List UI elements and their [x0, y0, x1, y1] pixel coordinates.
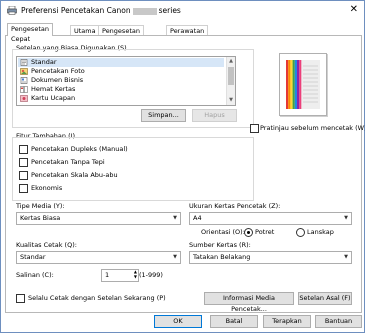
scroll-thumb[interactable] [228, 67, 234, 85]
media-type-select[interactable]: Kertas Biasa ▼ [16, 212, 181, 225]
scroll-down-icon[interactable]: ▼ [228, 97, 234, 103]
dialog-window: Preferensi Pencetakan Canon series ✕ Peng… [0, 0, 365, 333]
print-quality-label: Kualitas Cetak (Q): [16, 241, 77, 249]
redacted-model [132, 7, 157, 15]
chevron-down-icon: ▼ [344, 215, 348, 221]
paper-source-value: Tatakan Belakang [193, 253, 251, 261]
window-title-suffix: series [158, 6, 181, 15]
list-item[interactable]: Standar [18, 58, 224, 67]
preview-before-print-label: Pratinjau sebelum mencetak (W) [260, 124, 365, 132]
tab-panel: Setelan yang Biasa Digunakan (S) Standar… [5, 35, 365, 313]
ok-button[interactable]: OK [154, 315, 202, 328]
chevron-down-icon: ▼ [173, 215, 177, 221]
paper-size-label: Ukuran Kertas Pencetak (Z): [189, 202, 281, 210]
print-quality-value: Standar [20, 253, 46, 261]
list-item-label: Kartu Ucapan [31, 94, 76, 102]
grayscale-checkbox[interactable] [19, 171, 28, 180]
copies-value: 1 [105, 271, 110, 279]
help-button[interactable]: Bantuan [315, 315, 362, 328]
paper-source-label: Sumber Kertas (R): [189, 241, 251, 249]
common-settings-list[interactable]: Standar Pencetakan Foto Dokumen Bisnis H… [16, 56, 236, 106]
paper-source-select[interactable]: Tatakan Belakang ▼ [189, 251, 352, 264]
defaults-button[interactable]: Setelan Asal (F) [298, 292, 352, 305]
delete-button[interactable]: Hapus [192, 109, 237, 122]
portrait-label: Potret [255, 228, 275, 236]
list-scrollbar[interactable]: ▲ ▼ [226, 57, 235, 105]
preview-before-print-checkbox[interactable] [250, 124, 259, 133]
photo-icon [20, 68, 28, 75]
paper-size-value: A4 [193, 214, 202, 222]
chevron-down-icon: ▼ [173, 254, 177, 260]
save-button[interactable]: Simpan... [141, 109, 186, 122]
list-item[interactable]: Dokumen Bisnis [18, 76, 224, 85]
standard-doc-icon [20, 59, 28, 66]
close-icon[interactable]: ✕ [350, 4, 358, 15]
list-item-label: Dokumen Bisnis [31, 76, 84, 84]
greeting-card-icon [20, 95, 28, 102]
copies-label: Salinan (C): [16, 271, 54, 279]
economy-checkbox[interactable] [19, 184, 28, 193]
chevron-down-icon: ▼ [344, 254, 348, 260]
always-print-checkbox[interactable] [16, 294, 25, 303]
list-item-label: Pencetakan Foto [31, 67, 85, 75]
paper-size-select[interactable]: A4 ▼ [189, 212, 352, 225]
print-preview-page [279, 53, 327, 116]
portrait-radio[interactable] [244, 228, 253, 237]
media-info-button[interactable]: Informasi Media Pencetak... [204, 292, 294, 313]
list-item-label: Standar [31, 58, 57, 66]
landscape-radio[interactable] [296, 228, 305, 237]
list-item[interactable]: Kartu Ucapan [18, 94, 224, 103]
preview-image [286, 60, 320, 109]
printer-icon [7, 6, 17, 15]
landscape-label: Lanskap [307, 228, 334, 236]
list-item[interactable]: Pencetakan Foto [18, 67, 224, 76]
media-type-value: Kertas Biasa [20, 214, 61, 222]
print-quality-select[interactable]: Standar ▼ [16, 251, 181, 264]
orientation-label: Orientasi (O): [201, 228, 245, 236]
duplex-label: Pencetakan Dupleks (Manual) [31, 145, 128, 153]
tab-quick-setup[interactable]: Pengesetan Cepat [7, 23, 53, 43]
duplex-checkbox[interactable] [19, 145, 28, 154]
apply-button[interactable]: Terapkan [263, 315, 311, 328]
window-title: Preferensi Pencetakan Canon series [21, 6, 181, 15]
title-bar: Preferensi Pencetakan Canon series ✕ [1, 1, 364, 21]
stepper-arrows-icon[interactable]: ▲ ▼ [134, 269, 137, 279]
list-item[interactable]: Hemat Kertas [18, 85, 224, 94]
business-doc-icon [20, 77, 28, 84]
paper-saving-icon [20, 86, 28, 93]
cancel-button[interactable]: Batal [210, 315, 258, 328]
scroll-up-icon[interactable]: ▲ [228, 58, 234, 64]
media-type-label: Tipe Media (Y): [16, 202, 65, 210]
copies-stepper[interactable]: 1 ▲ ▼ [101, 269, 139, 282]
borderless-checkbox[interactable] [19, 158, 28, 167]
grayscale-label: Pencetakan Skala Abu-abu [31, 171, 118, 179]
borderless-label: Pencetakan Tanpa Tepi [31, 158, 105, 166]
copies-range: (1-999) [139, 271, 163, 279]
window-title-prefix: Preferensi Pencetakan Canon [21, 6, 131, 15]
list-item-label: Hemat Kertas [31, 85, 76, 93]
economy-label: Ekonomis [31, 184, 63, 192]
always-print-label: Selalu Cetak dengan Setelan Sekarang (P) [28, 294, 166, 302]
